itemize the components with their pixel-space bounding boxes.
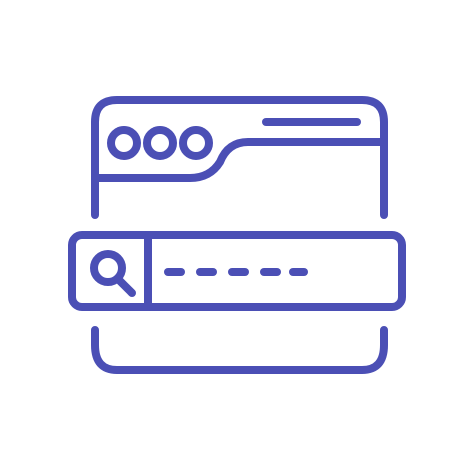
browser-search-icon xyxy=(68,96,406,374)
window-dot-2-icon xyxy=(143,126,177,160)
search-icon-handle xyxy=(114,275,136,297)
icon-canvas xyxy=(0,0,474,474)
window-dot-3-icon xyxy=(179,126,213,160)
window-dot-1-icon xyxy=(107,126,141,160)
browser-window-bottom xyxy=(91,326,388,374)
browser-window-top xyxy=(91,96,388,219)
